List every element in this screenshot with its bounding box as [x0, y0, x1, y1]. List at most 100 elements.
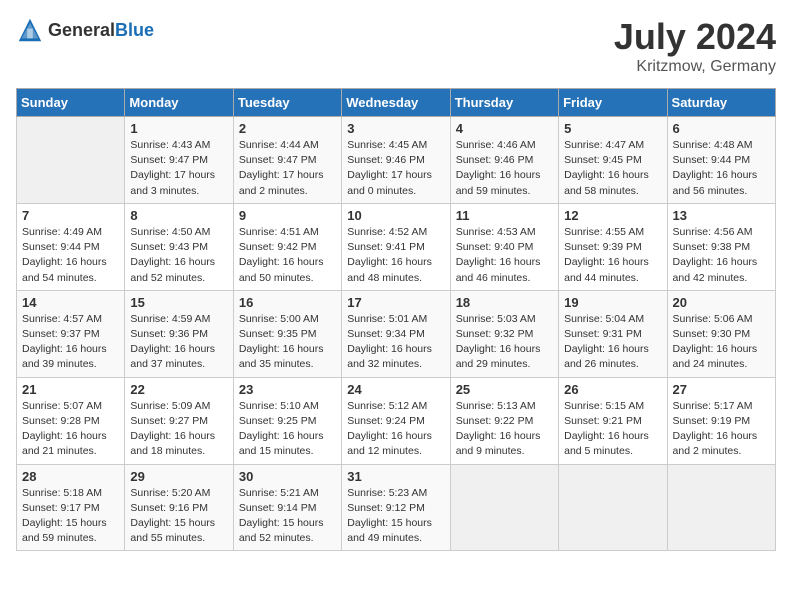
day-info: Sunrise: 5:18 AMSunset: 9:17 PMDaylight:…	[22, 486, 119, 547]
day-info: Sunrise: 5:10 AMSunset: 9:25 PMDaylight:…	[239, 399, 336, 460]
day-number: 4	[456, 121, 553, 136]
day-info: Sunrise: 4:57 AMSunset: 9:37 PMDaylight:…	[22, 312, 119, 373]
logo-text: GeneralBlue	[48, 20, 154, 41]
calendar-week-row: 7Sunrise: 4:49 AMSunset: 9:44 PMDaylight…	[17, 203, 776, 290]
day-info: Sunrise: 5:17 AMSunset: 9:19 PMDaylight:…	[673, 399, 770, 460]
header-day: Wednesday	[342, 89, 450, 117]
calendar-cell: 6 Sunrise: 4:48 AMSunset: 9:44 PMDaylight…	[667, 117, 775, 204]
day-info: Sunrise: 5:23 AMSunset: 9:12 PMDaylight:…	[347, 486, 444, 547]
day-info: Sunrise: 5:20 AMSunset: 9:16 PMDaylight:…	[130, 486, 227, 547]
day-number: 31	[347, 469, 444, 484]
day-number: 15	[130, 295, 227, 310]
calendar-cell: 5 Sunrise: 4:47 AMSunset: 9:45 PMDaylight…	[559, 117, 667, 204]
day-info: Sunrise: 5:04 AMSunset: 9:31 PMDaylight:…	[564, 312, 661, 373]
page-header: GeneralBlue July 2024 Kritzmow, Germany	[16, 16, 776, 76]
calendar-cell	[17, 117, 125, 204]
day-info: Sunrise: 5:13 AMSunset: 9:22 PMDaylight:…	[456, 399, 553, 460]
day-info: Sunrise: 5:06 AMSunset: 9:30 PMDaylight:…	[673, 312, 770, 373]
day-number: 18	[456, 295, 553, 310]
day-number: 8	[130, 208, 227, 223]
header-row: SundayMondayTuesdayWednesdayThursdayFrid…	[17, 89, 776, 117]
day-info: Sunrise: 4:53 AMSunset: 9:40 PMDaylight:…	[456, 225, 553, 286]
calendar-cell: 13 Sunrise: 4:56 AMSunset: 9:38 PMDayligh…	[667, 203, 775, 290]
calendar-cell: 10 Sunrise: 4:52 AMSunset: 9:41 PMDayligh…	[342, 203, 450, 290]
title-block: July 2024 Kritzmow, Germany	[614, 16, 776, 76]
day-number: 5	[564, 121, 661, 136]
calendar-cell: 12 Sunrise: 4:55 AMSunset: 9:39 PMDayligh…	[559, 203, 667, 290]
day-number: 16	[239, 295, 336, 310]
day-info: Sunrise: 4:55 AMSunset: 9:39 PMDaylight:…	[564, 225, 661, 286]
day-number: 10	[347, 208, 444, 223]
day-number: 6	[673, 121, 770, 136]
calendar-cell: 4Sunrise: 4:46 AMSunset: 9:46 PMDaylight…	[450, 117, 558, 204]
calendar-week-row: 28 Sunrise: 5:18 AMSunset: 9:17 PMDayligh…	[17, 464, 776, 551]
day-number: 3	[347, 121, 444, 136]
calendar-table: SundayMondayTuesdayWednesdayThursdayFrid…	[16, 88, 776, 551]
day-info: Sunrise: 4:48 AMSunset: 9:44 PMDaylight:…	[673, 138, 770, 199]
day-info: Sunrise: 4:52 AMSunset: 9:41 PMDaylight:…	[347, 225, 444, 286]
day-info: Sunrise: 5:07 AMSunset: 9:28 PMDaylight:…	[22, 399, 119, 460]
day-number: 17	[347, 295, 444, 310]
calendar-cell: 14 Sunrise: 4:57 AMSunset: 9:37 PMDayligh…	[17, 290, 125, 377]
logo-general: General	[48, 20, 115, 40]
day-info: Sunrise: 4:47 AMSunset: 9:45 PMDaylight:…	[564, 138, 661, 199]
calendar-cell: 27 Sunrise: 5:17 AMSunset: 9:19 PMDayligh…	[667, 377, 775, 464]
day-number: 19	[564, 295, 661, 310]
calendar-cell: 1Sunrise: 4:43 AMSunset: 9:47 PMDaylight…	[125, 117, 233, 204]
logo-icon	[16, 16, 44, 44]
logo: GeneralBlue	[16, 16, 154, 44]
day-number: 21	[22, 382, 119, 397]
header-day: Monday	[125, 89, 233, 117]
calendar-cell: 18Sunrise: 5:03 AMSunset: 9:32 PMDayligh…	[450, 290, 558, 377]
calendar-cell	[667, 464, 775, 551]
month-year: July 2024	[614, 16, 776, 58]
calendar-cell: 19 Sunrise: 5:04 AMSunset: 9:31 PMDayligh…	[559, 290, 667, 377]
calendar-cell: 17 Sunrise: 5:01 AMSunset: 9:34 PMDayligh…	[342, 290, 450, 377]
day-info: Sunrise: 5:00 AMSunset: 9:35 PMDaylight:…	[239, 312, 336, 373]
day-info: Sunrise: 4:50 AMSunset: 9:43 PMDaylight:…	[130, 225, 227, 286]
day-info: Sunrise: 5:15 AMSunset: 9:21 PMDaylight:…	[564, 399, 661, 460]
day-number: 27	[673, 382, 770, 397]
day-number: 11	[456, 208, 553, 223]
calendar-cell: 26 Sunrise: 5:15 AMSunset: 9:21 PMDayligh…	[559, 377, 667, 464]
calendar-cell: 29Sunrise: 5:20 AMSunset: 9:16 PMDayligh…	[125, 464, 233, 551]
day-number: 1	[130, 121, 227, 136]
day-info: Sunrise: 4:44 AMSunset: 9:47 PMDaylight:…	[239, 138, 336, 199]
calendar-cell: 7Sunrise: 4:49 AMSunset: 9:44 PMDaylight…	[17, 203, 125, 290]
day-info: Sunrise: 4:56 AMSunset: 9:38 PMDaylight:…	[673, 225, 770, 286]
calendar-cell: 8 Sunrise: 4:50 AMSunset: 9:43 PMDaylight…	[125, 203, 233, 290]
calendar-week-row: 1Sunrise: 4:43 AMSunset: 9:47 PMDaylight…	[17, 117, 776, 204]
day-number: 26	[564, 382, 661, 397]
day-number: 7	[22, 208, 119, 223]
calendar-cell: 9Sunrise: 4:51 AMSunset: 9:42 PMDaylight…	[233, 203, 341, 290]
day-number: 28	[22, 469, 119, 484]
calendar-cell: 20 Sunrise: 5:06 AMSunset: 9:30 PMDayligh…	[667, 290, 775, 377]
day-info: Sunrise: 4:51 AMSunset: 9:42 PMDaylight:…	[239, 225, 336, 286]
day-info: Sunrise: 5:12 AMSunset: 9:24 PMDaylight:…	[347, 399, 444, 460]
header-day: Friday	[559, 89, 667, 117]
day-info: Sunrise: 5:01 AMSunset: 9:34 PMDaylight:…	[347, 312, 444, 373]
calendar-cell	[450, 464, 558, 551]
header-day: Thursday	[450, 89, 558, 117]
logo-blue: Blue	[115, 20, 154, 40]
day-number: 20	[673, 295, 770, 310]
calendar-cell: 30Sunrise: 5:21 AMSunset: 9:14 PMDayligh…	[233, 464, 341, 551]
calendar-cell: 25Sunrise: 5:13 AMSunset: 9:22 PMDayligh…	[450, 377, 558, 464]
day-info: Sunrise: 5:09 AMSunset: 9:27 PMDaylight:…	[130, 399, 227, 460]
day-number: 14	[22, 295, 119, 310]
day-number: 13	[673, 208, 770, 223]
calendar-cell: 11 Sunrise: 4:53 AMSunset: 9:40 PMDayligh…	[450, 203, 558, 290]
calendar-cell: 24 Sunrise: 5:12 AMSunset: 9:24 PMDayligh…	[342, 377, 450, 464]
calendar-cell: 3 Sunrise: 4:45 AMSunset: 9:46 PMDaylight…	[342, 117, 450, 204]
calendar-cell: 22Sunrise: 5:09 AMSunset: 9:27 PMDayligh…	[125, 377, 233, 464]
calendar-cell: 28 Sunrise: 5:18 AMSunset: 9:17 PMDayligh…	[17, 464, 125, 551]
calendar-cell	[559, 464, 667, 551]
calendar-cell: 15 Sunrise: 4:59 AMSunset: 9:36 PMDayligh…	[125, 290, 233, 377]
calendar-cell: 21 Sunrise: 5:07 AMSunset: 9:28 PMDayligh…	[17, 377, 125, 464]
day-info: Sunrise: 4:45 AMSunset: 9:46 PMDaylight:…	[347, 138, 444, 199]
day-info: Sunrise: 4:59 AMSunset: 9:36 PMDaylight:…	[130, 312, 227, 373]
calendar-cell: 31 Sunrise: 5:23 AMSunset: 9:12 PMDayligh…	[342, 464, 450, 551]
day-number: 24	[347, 382, 444, 397]
location: Kritzmow, Germany	[614, 58, 776, 76]
day-number: 12	[564, 208, 661, 223]
